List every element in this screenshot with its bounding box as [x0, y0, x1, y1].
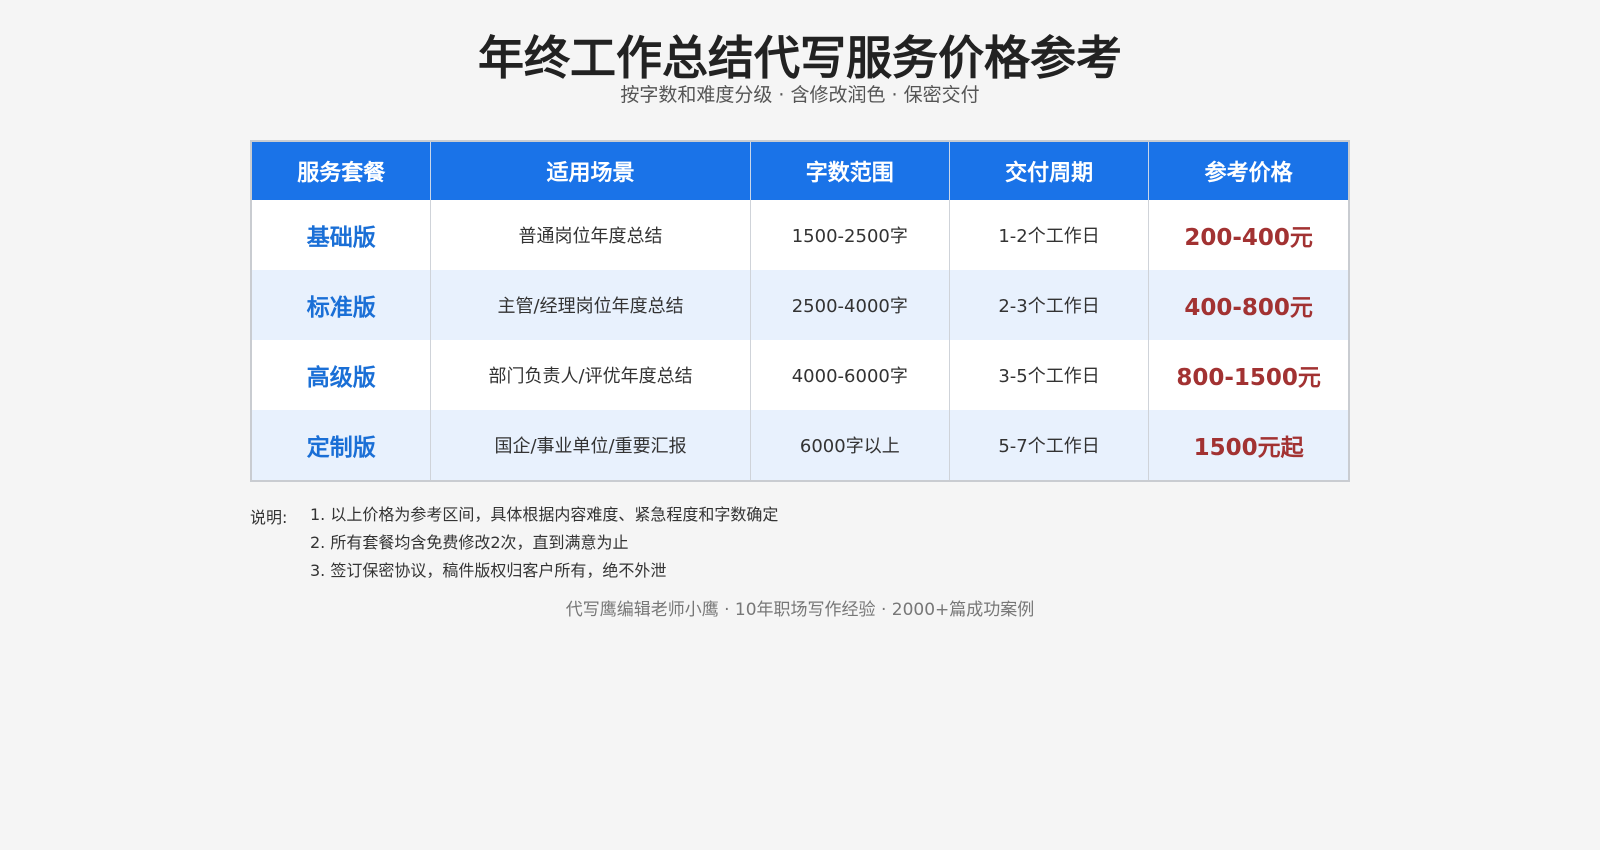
footer-credit: 代写鹰编辑老师小鹰 · 10年职场写作经验 · 2000+篇成功案例: [565, 600, 1035, 620]
scenario-cell: 主管/经理岗位年度总结: [430, 270, 751, 340]
delivery-cell: 3-5个工作日: [948, 340, 1149, 410]
page-subtitle: 按字数和难度分级 · 含修改润色 · 保密交付: [620, 84, 980, 106]
word-range-cell: 6000字以上: [749, 410, 950, 480]
price-cell: 400-800元: [1148, 270, 1348, 340]
notes-label: 说明:: [250, 508, 288, 527]
table-row: 高级版 部门负责人/评优年度总结 4000-6000字 3-5个工作日 800-…: [252, 340, 1348, 410]
column-header-scenario: 适用场景: [430, 142, 751, 200]
delivery-cell: 1-2个工作日: [948, 200, 1149, 270]
note-item: 3. 签订保密协议，稿件版权归客户所有，绝不外泄: [310, 561, 667, 580]
table-row: 基础版 普通岗位年度总结 1500-2500字 1-2个工作日 200-400元: [252, 200, 1348, 270]
note-item: 1. 以上价格为参考区间，具体根据内容难度、紧急程度和字数确定: [310, 505, 779, 524]
word-range-cell: 2500-4000字: [749, 270, 950, 340]
package-name: 定制版: [252, 410, 431, 480]
column-header-delivery: 交付周期: [948, 142, 1149, 200]
table-row: 定制版 国企/事业单位/重要汇报 6000字以上 5-7个工作日 1500元起: [252, 410, 1348, 480]
package-name: 标准版: [252, 270, 431, 340]
column-header-package: 服务套餐: [252, 142, 431, 200]
scenario-cell: 普通岗位年度总结: [430, 200, 751, 270]
word-range-cell: 1500-2500字: [749, 200, 950, 270]
price-cell: 200-400元: [1148, 200, 1348, 270]
word-range-cell: 4000-6000字: [749, 340, 950, 410]
column-header-words: 字数范围: [749, 142, 950, 200]
package-name: 基础版: [252, 200, 431, 270]
column-header-price: 参考价格: [1148, 142, 1348, 200]
table-row: 标准版 主管/经理岗位年度总结 2500-4000字 2-3个工作日 400-8…: [252, 270, 1348, 340]
scenario-cell: 部门负责人/评优年度总结: [430, 340, 751, 410]
price-cell: 1500元起: [1148, 410, 1348, 480]
scenario-cell: 国企/事业单位/重要汇报: [430, 410, 751, 480]
notes-list: 1. 以上价格为参考区间，具体根据内容难度、紧急程度和字数确定 2. 所有套餐均…: [310, 504, 778, 588]
table-header-row: 服务套餐 适用场景 字数范围 交付周期 参考价格: [252, 142, 1348, 200]
delivery-cell: 5-7个工作日: [948, 410, 1149, 480]
price-cell: 800-1500元: [1148, 340, 1348, 410]
package-name: 高级版: [252, 340, 431, 410]
note-item: 2. 所有套餐均含免费修改2次，直到满意为止: [310, 533, 629, 552]
delivery-cell: 2-3个工作日: [948, 270, 1149, 340]
page-title: 年终工作总结代写服务价格参考: [478, 31, 1122, 85]
pricing-table: 服务套餐 适用场景 字数范围 交付周期 参考价格 基础版 普通岗位年度总结 15…: [250, 140, 1350, 482]
